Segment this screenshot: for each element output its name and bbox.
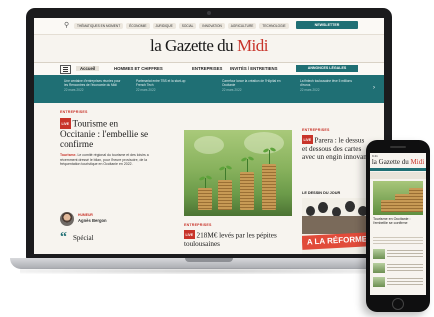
logo-accent: Midi (410, 158, 425, 166)
logo-accent: Midi (236, 36, 269, 55)
strip-title: Une centaine d'entreprises réunies pour … (64, 79, 121, 88)
strip-date: 22 mars 2022 (222, 88, 242, 93)
cartoon-banner: A LA RÉFORME (302, 232, 372, 250)
news-strip: Une centaine d'entreprises réunies pour … (34, 75, 384, 103)
nav-home[interactable]: Accueil (76, 66, 100, 71)
article-headline[interactable]: LIVE 218M€ levés par les pépites toulousa… (184, 230, 292, 248)
live-badge: LIVE (184, 230, 195, 239)
topic-item[interactable]: THÉMATIQUES EN MOMENT (74, 23, 124, 29)
phone-thumb[interactable] (373, 277, 385, 287)
strip-date: 22 mars 2022 (136, 88, 156, 93)
center-article[interactable]: ENTREPRISES LIVE 218M€ levés par les pépi… (184, 223, 292, 248)
topic-item[interactable]: JURIDIQUE (152, 23, 176, 29)
article-kicker: ENTREPRISES (184, 223, 212, 227)
humeur-kicker: HUMEUR (78, 213, 93, 217)
right-article[interactable]: ENTREPRISES LIVE Parera : le dessus et de… (302, 128, 370, 161)
nav-hommes-chiffres[interactable]: HOMMES ET CHIFFRES (114, 66, 163, 71)
avatar (60, 212, 74, 226)
webcam (207, 11, 211, 15)
author-name: Agnès Bergon (78, 218, 107, 223)
phone-thumb-lines (387, 250, 423, 258)
strip-date: 22 mars 2022 (64, 88, 84, 93)
article-summary: Tourisme. Le comité régional du tourisme… (60, 153, 152, 167)
headline-text: 218M€ levés par les pépites toulousaines (184, 231, 277, 248)
article-kicker: ENTREPRISES (302, 128, 330, 132)
phone-thumb[interactable] (373, 263, 385, 273)
strip-item[interactable]: Partenariat entre TBS et la start-up Fre… (136, 79, 196, 93)
strip-item[interactable]: Une centaine d'entreprises réunies pour … (64, 79, 124, 93)
cartoon-label: LE DESSIN DU JOUR (302, 191, 341, 195)
phone-headline[interactable]: Tourisme en Occitanie : l'embellie se co… (373, 217, 423, 226)
strip-title: Partenariat entre TBS et la start-up Fre… (136, 79, 186, 88)
summary-lead: Tourisme. (60, 153, 77, 157)
menu-icon[interactable] (60, 65, 71, 74)
featured-article[interactable]: ENTREPRISES LIVE Tourisme en Occitanie : … (60, 110, 152, 167)
article-kicker: ENTREPRISES (60, 110, 88, 114)
phone-featured-photo[interactable] (373, 181, 423, 215)
featured-photo[interactable] (184, 130, 292, 216)
phone-nav-strip (370, 168, 426, 171)
site-logo[interactable]: la Gazette du Midi (34, 36, 384, 56)
live-badge: LIVE (302, 135, 313, 144)
phone-thumb-lines (387, 278, 423, 286)
strip-date: 22 mars 2022 (300, 88, 320, 93)
article-headline[interactable]: LIVE Parera : le dessus et dessous des ca… (302, 135, 370, 161)
topic-item[interactable]: TECHNOLOGIE (259, 23, 289, 29)
phone-thumb[interactable] (373, 249, 385, 259)
article-headline[interactable]: LIVE Tourisme en Occitanie : l'embellie s… (60, 118, 152, 149)
logo-text: la Gazette du (371, 158, 411, 166)
nav-entreprises[interactable]: ENTREPRISES (192, 66, 222, 71)
phone-screen: 9:41 la Gazette du Midi Tourisme en Occi… (370, 153, 426, 295)
phone-summary-lines (373, 237, 423, 246)
nav-invites[interactable]: INVITÉS / ENTRETIENS (230, 66, 278, 71)
topic-item[interactable]: INNOVATION (199, 23, 225, 29)
topic-nav: THÉMATIQUES EN MOMENT ÉCONOMIE JURIDIQUE… (74, 23, 289, 29)
strip-title: Carrefour lance la création de l'Hôpital… (222, 79, 281, 88)
strip-title: La fintech toulousaine lève 5 millions d… (300, 79, 352, 88)
headline-text: Tourisme en Occitanie : l'embellie se co… (60, 118, 149, 149)
topic-item[interactable]: ÉCONOMIE (126, 23, 150, 29)
laptop-screen: ⚲ THÉMATIQUES EN MOMENT ÉCONOMIE JURIDIQ… (34, 18, 384, 254)
phone-subnav (370, 172, 426, 179)
humeur-title: Spécial (73, 234, 94, 242)
search-icon[interactable]: ⚲ (64, 21, 69, 29)
chevron-right-icon[interactable]: › (373, 85, 375, 91)
live-badge: LIVE (60, 118, 71, 129)
strip-item[interactable]: La fintech toulousaine lève 5 millions d… (300, 79, 360, 93)
logo-text: la Gazette du (150, 36, 237, 55)
main-nav: Accueil HOMMES ET CHIFFRES ENTREPRISES I… (34, 62, 384, 76)
newsletter-button[interactable]: NEWSLETTER (296, 21, 358, 29)
phone: 9:41 la Gazette du Midi Tourisme en Occi… (366, 140, 430, 312)
phone-site-logo[interactable]: la Gazette du Midi (370, 158, 426, 166)
legal-announcements-button[interactable]: ANNONCES LÉGALES (296, 65, 358, 72)
quote-icon: “ (60, 230, 67, 245)
laptop: ⚲ THÉMATIQUES EN MOMENT ÉCONOMIE JURIDIQ… (26, 8, 392, 260)
phone-thumb-lines (387, 264, 423, 272)
home-button[interactable] (392, 298, 404, 310)
strip-item[interactable]: Carrefour lance la création de l'Hôpital… (222, 79, 282, 93)
topic-item[interactable]: SOCIAL (178, 23, 197, 29)
phone-speaker (390, 146, 406, 148)
top-bar: ⚲ THÉMATIQUES EN MOMENT ÉCONOMIE JURIDIQ… (34, 18, 384, 35)
cartoon-image[interactable]: A LA RÉFORME (302, 198, 372, 254)
topic-item[interactable]: AGRICULTURE (227, 23, 257, 29)
